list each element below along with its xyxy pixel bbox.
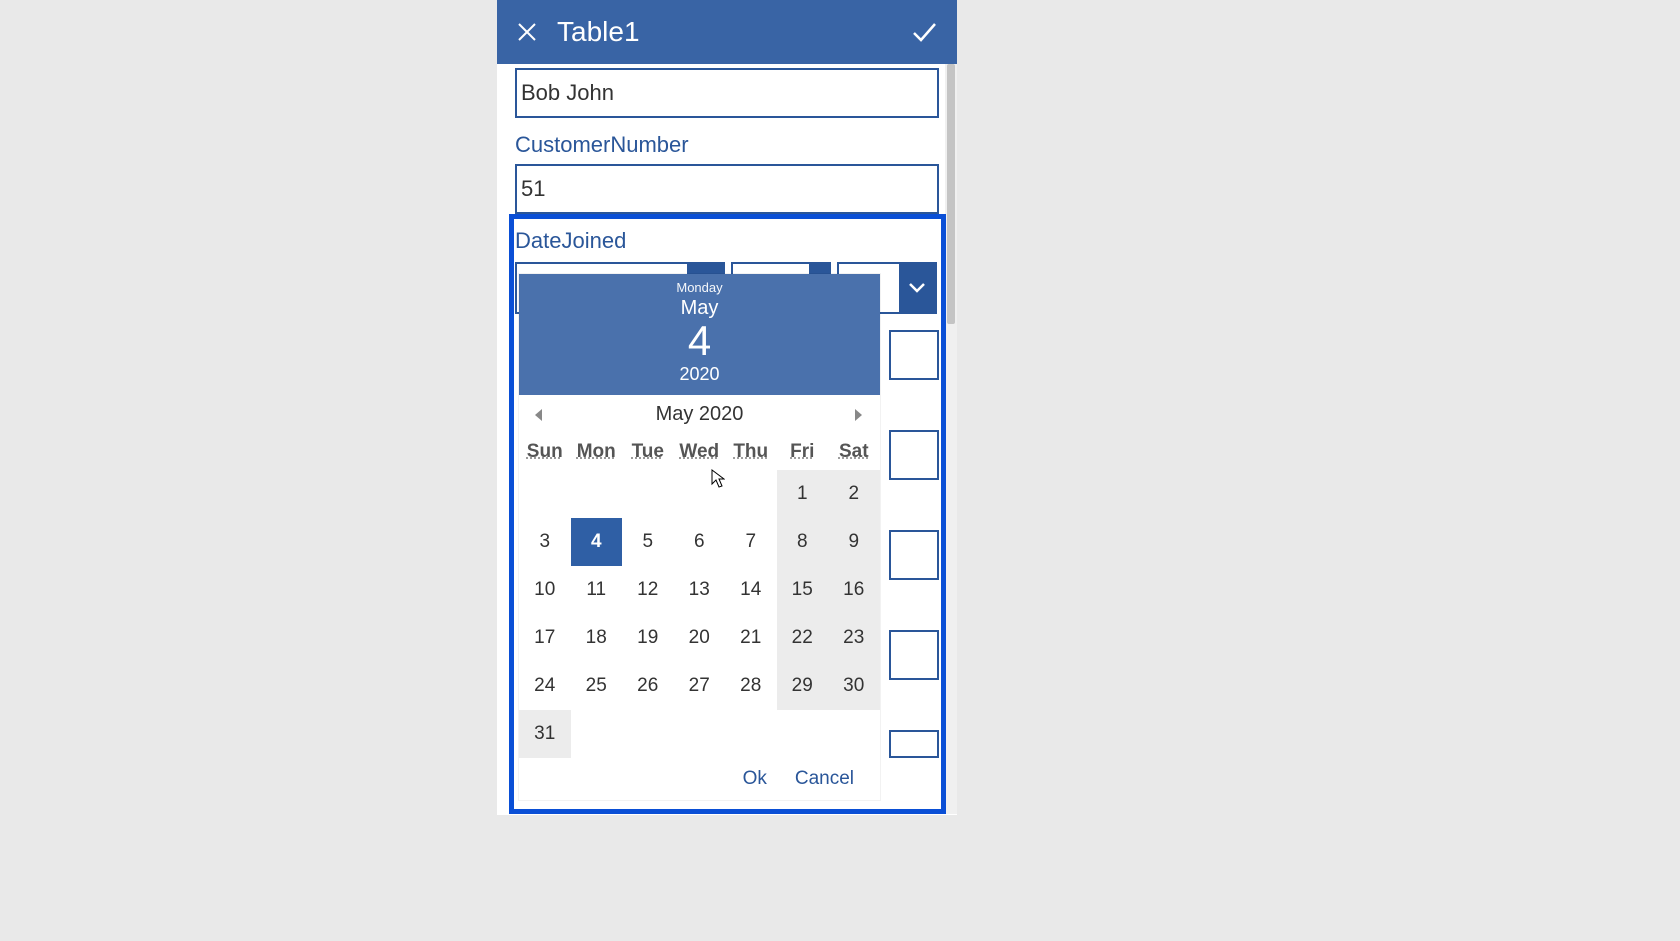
calendar-day-cell[interactable]: 23 [828, 614, 880, 662]
calendar-day-cell[interactable]: 21 [725, 614, 777, 662]
app-header: Table1 [497, 0, 957, 64]
calendar-day-cell[interactable]: 9 [828, 518, 880, 566]
calendar-day-cell[interactable]: 31 [519, 710, 571, 758]
calendar-day-cell[interactable]: 10 [519, 566, 571, 614]
calendar-day-cell[interactable]: 6 [674, 518, 726, 566]
calendar-grid: SunMonTueWedThuFriSat 123456789101112131… [519, 434, 880, 758]
selected-year: 2020 [519, 364, 880, 385]
calendar-day-cell[interactable]: 28 [725, 662, 777, 710]
close-icon[interactable] [515, 20, 539, 44]
name-field[interactable] [515, 68, 939, 118]
calendar-day-cell[interactable]: 12 [622, 566, 674, 614]
hidden-field[interactable] [889, 730, 939, 758]
calendar-empty-cell [519, 470, 571, 518]
calendar-empty-cell [571, 710, 623, 758]
calendar-month-nav: May 2020 [519, 395, 880, 434]
calendar-cancel-button[interactable]: Cancel [795, 768, 854, 790]
calendar-empty-cell [725, 470, 777, 518]
calendar-empty-cell [674, 470, 726, 518]
selected-weekday: Monday [519, 280, 880, 295]
calendar-header: Monday May 4 2020 [519, 274, 880, 395]
selected-day-big: 4 [519, 320, 880, 362]
calendar-day-cell[interactable]: 16 [828, 566, 880, 614]
calendar-day-cell[interactable]: 14 [725, 566, 777, 614]
prev-month-icon[interactable] [533, 408, 547, 422]
calendar-day-cell[interactable]: 8 [777, 518, 829, 566]
calendar-day-cell[interactable]: 26 [622, 662, 674, 710]
confirm-check-icon[interactable] [909, 17, 939, 47]
calendar-day-cell[interactable]: 19 [622, 614, 674, 662]
hidden-field[interactable] [889, 530, 939, 580]
vertical-scrollbar[interactable] [945, 64, 957, 814]
screenshot-frame: Table1 CustomerNumber DateJoined [0, 0, 1454, 815]
calendar-day-cell[interactable]: 3 [519, 518, 571, 566]
calendar-empty-cell [674, 710, 726, 758]
calendar-day-header: Thu [725, 434, 777, 470]
calendar-empty-cell [725, 710, 777, 758]
calendar-day-cell[interactable]: 17 [519, 614, 571, 662]
calendar-day-cell[interactable]: 27 [674, 662, 726, 710]
calendar-empty-cell [622, 470, 674, 518]
calendar-day-header: Mon [571, 434, 623, 470]
hidden-fields-peek [889, 330, 939, 758]
customer-number-label: CustomerNumber [515, 132, 939, 158]
calendar-day-cell[interactable]: 22 [777, 614, 829, 662]
chevron-down-icon[interactable] [899, 264, 935, 312]
date-joined-label: DateJoined [515, 228, 939, 254]
calendar-day-cell[interactable]: 7 [725, 518, 777, 566]
calendar-day-cell[interactable]: 2 [828, 470, 880, 518]
hidden-field[interactable] [889, 630, 939, 680]
customer-number-field[interactable] [515, 164, 939, 214]
calendar-day-cell[interactable]: 15 [777, 566, 829, 614]
calendar-day-header: Wed [674, 434, 726, 470]
calendar-day-cell[interactable]: 29 [777, 662, 829, 710]
calendar-day-cell[interactable]: 1 [777, 470, 829, 518]
calendar-empty-cell [777, 710, 829, 758]
calendar-day-header: Sat [828, 434, 880, 470]
calendar-day-cell[interactable]: 30 [828, 662, 880, 710]
calendar-empty-cell [828, 710, 880, 758]
calendar-day-cell[interactable]: 25 [571, 662, 623, 710]
calendar-empty-cell [571, 470, 623, 518]
hidden-field[interactable] [889, 330, 939, 380]
hidden-field[interactable] [889, 430, 939, 480]
calendar-day-cell[interactable]: 4 [571, 518, 623, 566]
calendar-actions: Ok Cancel [519, 758, 880, 800]
calendar-day-cell[interactable]: 24 [519, 662, 571, 710]
calendar-day-cell[interactable]: 11 [571, 566, 623, 614]
calendar-day-cell[interactable]: 20 [674, 614, 726, 662]
calendar-day-header: Tue [622, 434, 674, 470]
calendar-empty-cell [622, 710, 674, 758]
calendar-nav-label[interactable]: May 2020 [656, 403, 744, 426]
calendar-day-cell[interactable]: 13 [674, 566, 726, 614]
date-picker-popup: Monday May 4 2020 May 2020 SunMonTueWedT… [519, 274, 880, 800]
calendar-day-header: Sun [519, 434, 571, 470]
next-month-icon[interactable] [852, 408, 866, 422]
calendar-ok-button[interactable]: Ok [743, 768, 767, 790]
calendar-day-cell[interactable]: 18 [571, 614, 623, 662]
page-title: Table1 [557, 16, 640, 48]
calendar-day-header: Fri [777, 434, 829, 470]
calendar-day-cell[interactable]: 5 [622, 518, 674, 566]
scroll-thumb[interactable] [947, 64, 955, 324]
